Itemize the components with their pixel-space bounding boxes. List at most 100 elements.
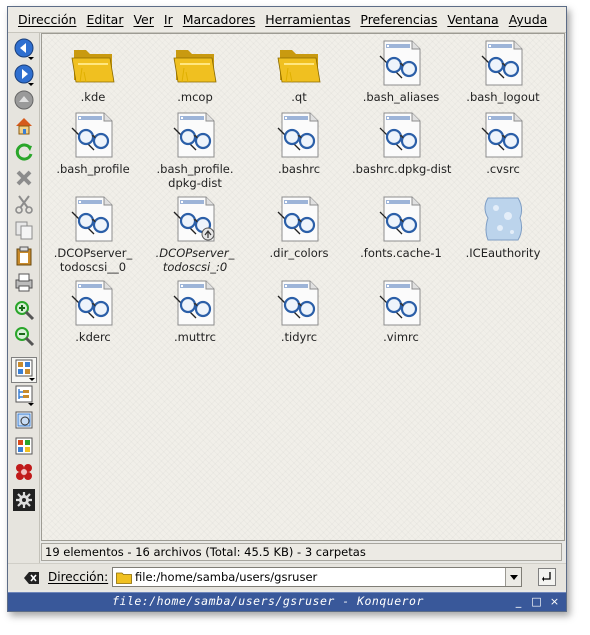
reload-icon xyxy=(13,141,35,167)
home-icon xyxy=(13,115,35,141)
menu-ayuda[interactable]: Ayuda xyxy=(504,7,553,33)
menu-marcadores[interactable]: Marcadores xyxy=(178,7,261,33)
tree-view-button[interactable] xyxy=(13,385,35,407)
file-item[interactable]: .bash_logout xyxy=(454,38,552,104)
cut-button[interactable] xyxy=(13,195,35,217)
folder-icon xyxy=(116,572,132,584)
location-input[interactable] xyxy=(135,570,495,584)
text-file-icon xyxy=(454,38,552,88)
folder-item[interactable]: .qt xyxy=(250,38,348,104)
file-item[interactable]: .cvsrc xyxy=(454,110,552,176)
reload-button[interactable] xyxy=(13,143,35,165)
file-name-label: .DCOPserver_ xyxy=(155,246,235,260)
stop-icon xyxy=(13,167,35,193)
settings-gear-button[interactable] xyxy=(13,489,35,515)
icon-view-button[interactable] xyxy=(11,357,37,383)
text-file-icon xyxy=(146,110,244,160)
file-name-label-line2: dpkg-dist xyxy=(168,176,222,190)
preview-button[interactable] xyxy=(13,411,35,433)
text-file-icon xyxy=(352,194,450,244)
file-item[interactable]: .tidyrc xyxy=(250,278,348,344)
file-item[interactable]: .fonts.cache-1 xyxy=(352,194,450,260)
menu-herramientas[interactable]: Herramientas xyxy=(260,7,355,33)
zoom-out-button[interactable] xyxy=(13,327,35,349)
location-combobox[interactable] xyxy=(112,567,522,587)
up-button[interactable] xyxy=(13,89,35,115)
file-name-label: .bash_profile xyxy=(56,162,130,176)
multicolumn-view-icon xyxy=(13,435,35,461)
folder-icon xyxy=(146,38,244,88)
minimize-button[interactable]: _ xyxy=(512,595,525,608)
paste-button[interactable] xyxy=(13,245,35,271)
file-item[interactable]: .vimrc xyxy=(352,278,450,344)
text-file-icon xyxy=(250,278,348,328)
chevron-down-icon xyxy=(509,574,518,580)
location-dropdown-button[interactable] xyxy=(505,568,521,586)
file-name-label: .bash_logout xyxy=(466,90,540,104)
file-item[interactable]: .bashrc xyxy=(250,110,348,176)
text-file-icon xyxy=(146,278,244,328)
data-file-icon xyxy=(454,194,552,244)
maximize-button[interactable]: □ xyxy=(530,595,543,608)
forward-button[interactable] xyxy=(13,64,35,87)
settings-gear-icon xyxy=(13,489,35,515)
go-button[interactable] xyxy=(538,568,556,586)
back-button[interactable] xyxy=(13,38,35,61)
file-item[interactable]: .ICEauthority xyxy=(454,194,552,260)
konqueror-gears-button[interactable] xyxy=(13,463,35,485)
file-item[interactable]: .bash_profile. dpkg-dist xyxy=(146,110,244,190)
dropdown-arrow-icon[interactable] xyxy=(28,403,34,406)
file-item[interactable]: .DCOPserver_ todoscsi_:0 xyxy=(146,194,244,274)
file-item[interactable]: .DCOPserver_ todoscsi__0 xyxy=(44,194,142,274)
up-icon xyxy=(13,89,35,115)
window-titlebar[interactable]: file:/home/samba/users/gsruser - Konquer… xyxy=(8,592,566,611)
folder-item[interactable]: .mcop xyxy=(146,38,244,104)
konqueror-gears-icon xyxy=(13,461,35,487)
file-name-label: .ICEauthority xyxy=(465,246,541,260)
menu-ir[interactable]: Ir xyxy=(159,7,178,33)
print-icon xyxy=(13,271,35,297)
file-name-label: .bashrc.dpkg-dist xyxy=(352,162,452,176)
menu-editar[interactable]: Editar xyxy=(81,7,128,33)
window-title: file:/home/samba/users/gsruser - Konquer… xyxy=(112,594,424,608)
file-item[interactable]: .muttrc xyxy=(146,278,244,344)
stop-button[interactable] xyxy=(13,169,35,191)
clear-location-icon[interactable] xyxy=(24,570,40,584)
file-item[interactable]: .dir_colors xyxy=(250,194,348,260)
file-item[interactable]: .bashrc.dpkg-dist xyxy=(352,110,452,176)
text-file-icon xyxy=(250,110,348,160)
file-name-label: .muttrc xyxy=(174,330,216,344)
preview-icon xyxy=(13,409,35,435)
print-button[interactable] xyxy=(13,273,35,295)
folder-item[interactable]: .kde xyxy=(44,38,142,104)
dropdown-arrow-icon[interactable] xyxy=(28,83,34,86)
file-name-label: .tidyrc xyxy=(280,330,318,344)
zoom-in-button[interactable] xyxy=(13,301,35,323)
copy-icon xyxy=(13,219,35,245)
text-file-icon xyxy=(352,110,450,160)
konqueror-window: Dirección Editar Ver Ir Marcadores Herra… xyxy=(7,6,567,612)
file-item[interactable]: .bash_profile xyxy=(44,110,142,176)
file-name-label: .bash_aliases xyxy=(362,90,440,104)
folder-icon xyxy=(250,38,348,88)
text-file-icon xyxy=(44,278,142,328)
file-icon-view[interactable]: .kde .mcop .qt .bash_aliases .bash_logout .ba… xyxy=(41,33,565,541)
file-item[interactable]: .bash_aliases xyxy=(352,38,450,104)
text-file-icon xyxy=(44,110,142,160)
file-name-label: .kderc xyxy=(75,330,111,344)
file-name-label: .cvsrc xyxy=(486,162,520,176)
menu-ventana[interactable]: Ventana xyxy=(442,7,503,33)
home-button[interactable] xyxy=(13,117,35,139)
menu-ver[interactable]: Ver xyxy=(128,7,158,33)
menu-direccion[interactable]: Dirección xyxy=(13,7,81,33)
menu-preferencias[interactable]: Preferencias xyxy=(355,7,442,33)
dropdown-arrow-icon[interactable] xyxy=(29,378,35,381)
file-name-label: .fonts.cache-1 xyxy=(360,246,442,260)
copy-button[interactable] xyxy=(13,221,35,243)
multicolumn-view-button[interactable] xyxy=(13,437,35,459)
close-button[interactable]: × xyxy=(548,595,561,608)
dropdown-arrow-icon[interactable] xyxy=(28,57,34,60)
paste-icon xyxy=(13,245,35,271)
file-name-label: .vimrc xyxy=(383,330,419,344)
file-item[interactable]: .kderc xyxy=(44,278,142,344)
